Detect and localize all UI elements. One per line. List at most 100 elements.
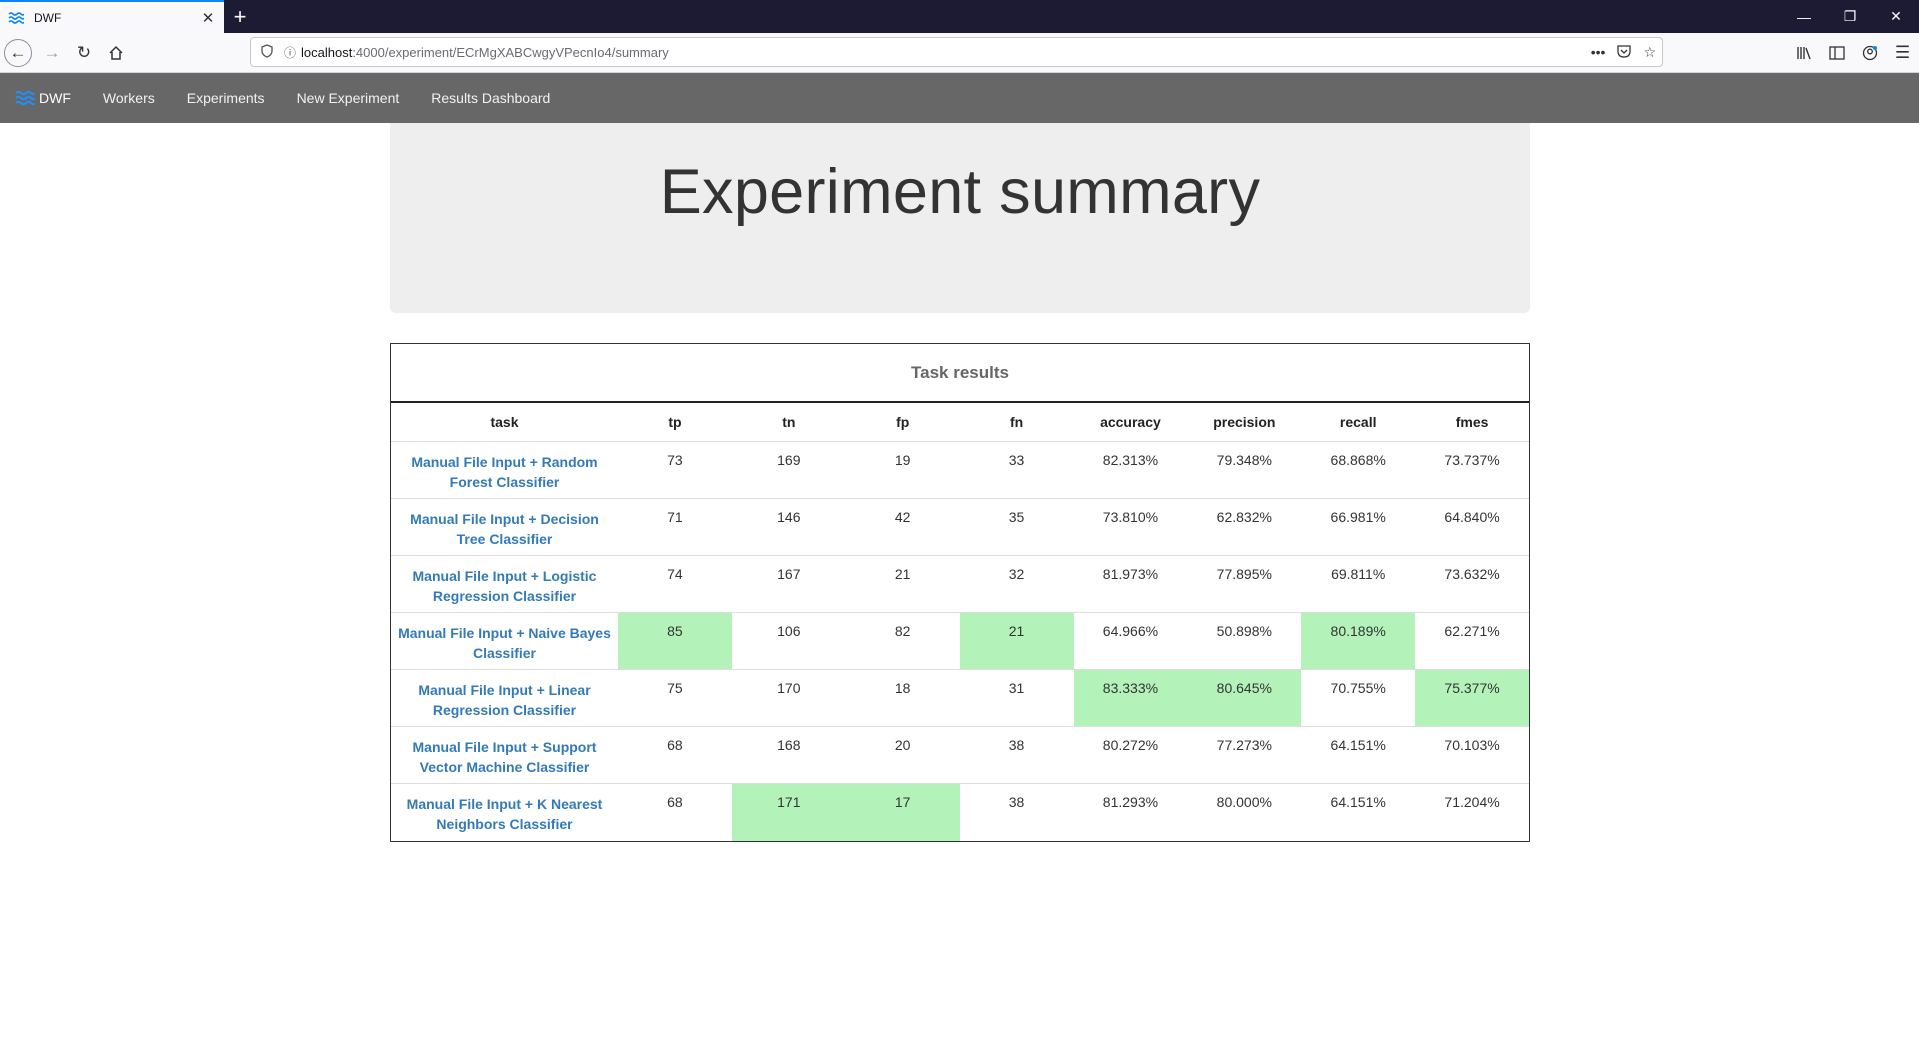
cell-recall: 80.189%: [1301, 612, 1416, 670]
cell-accuracy: 64.966%: [1073, 612, 1188, 670]
forward-arrow-icon[interactable]: →: [36, 37, 68, 69]
cell-fmes: 62.271%: [1415, 612, 1529, 670]
cell-fn: 38: [959, 726, 1074, 784]
cell-fp: 19: [845, 441, 960, 499]
cell-fp: 20: [845, 726, 960, 784]
column-header-fn: fn: [959, 403, 1074, 442]
url-path: :4000/experiment/ECrMgXABCwgyVPecnIo4/su…: [352, 44, 669, 60]
cell-precision: 79.348%: [1187, 441, 1302, 499]
column-header-fmes: fmes: [1415, 403, 1529, 442]
cell-fmes: 75.377%: [1415, 669, 1529, 727]
cell-tp: 85: [618, 612, 732, 670]
waves-icon: [8, 11, 26, 25]
nav-link-new-experiment[interactable]: New Experiment: [281, 90, 416, 106]
account-icon[interactable]: [1853, 37, 1886, 69]
cell-recall: 69.811%: [1301, 555, 1416, 613]
back-arrow-icon[interactable]: ←: [4, 38, 32, 67]
column-header-task: task: [391, 403, 618, 442]
task-link[interactable]: Manual File Input + Support Vector Machi…: [413, 739, 597, 775]
task-cell: Manual File Input + Decision Tree Classi…: [391, 498, 618, 556]
url-text: localhost:4000/experiment/ECrMgXABCwgyVP…: [301, 45, 669, 60]
cell-fp: 82: [845, 612, 960, 670]
library-icon[interactable]: [1787, 37, 1820, 69]
cell-tn: 106: [731, 612, 846, 670]
table-caption: Task results: [391, 344, 1529, 403]
table-row: Manual File Input + Support Vector Machi…: [391, 726, 1529, 784]
task-link[interactable]: Manual File Input + Naive Bayes Classifi…: [398, 625, 611, 661]
minimize-icon[interactable]: —: [1781, 0, 1827, 33]
cell-accuracy: 81.973%: [1073, 555, 1188, 613]
nav-link-workers[interactable]: Workers: [87, 90, 171, 106]
more-actions-icon[interactable]: •••: [1591, 44, 1606, 60]
nav-link-experiments[interactable]: Experiments: [171, 90, 281, 106]
brand-name: DWF: [39, 90, 71, 106]
cell-fmes: 70.103%: [1415, 726, 1529, 784]
cell-accuracy: 83.333%: [1073, 669, 1188, 727]
task-link[interactable]: Manual File Input + Linear Regression Cl…: [418, 682, 590, 718]
cell-precision: 77.895%: [1187, 555, 1302, 613]
table-row: Manual File Input + Naive Bayes Classifi…: [391, 612, 1529, 670]
tab-title: DWF: [34, 10, 62, 25]
table-row: Manual File Input + K Nearest Neighbors …: [391, 783, 1529, 841]
cell-fmes: 64.840%: [1415, 498, 1529, 556]
page-header: Experiment summary: [390, 123, 1530, 313]
task-link[interactable]: Manual File Input + Logistic Regression …: [413, 568, 597, 604]
pocket-icon[interactable]: [1617, 44, 1632, 61]
brand-link[interactable]: DWF: [15, 89, 71, 107]
cell-fmes: 71.204%: [1444, 794, 1500, 810]
cell-precision: 50.898%: [1187, 612, 1302, 670]
task-results-table: task tp tn fp fn accuracy precision recall fmes …: [391, 403, 1529, 841]
cell-tp: 68: [667, 794, 683, 810]
cell-fn: 33: [959, 441, 1074, 499]
cell-recall: 70.755%: [1301, 669, 1416, 727]
cell-fmes: 73.632%: [1415, 555, 1529, 613]
cell-fp: 21: [845, 555, 960, 613]
task-link[interactable]: Manual File Input + Random Forest Classi…: [411, 454, 597, 490]
cell-fn: 38: [1008, 794, 1025, 810]
cell-fp: 42: [845, 498, 960, 556]
star-icon[interactable]: ☆: [1643, 44, 1656, 61]
cell-precision: 62.832%: [1187, 498, 1302, 556]
table-row: Manual File Input + Decision Tree Classi…: [391, 498, 1529, 556]
cell-tn: 171: [731, 783, 846, 841]
menu-icon[interactable]: ☰: [1886, 37, 1919, 69]
task-cell: Manual File Input + Random Forest Classi…: [391, 441, 618, 499]
info-icon[interactable]: ⓘ: [279, 44, 301, 61]
cell-fn: 32: [959, 555, 1074, 613]
cell-accuracy: 73.810%: [1073, 498, 1188, 556]
toolbar-right: ☰: [1787, 33, 1919, 73]
nav-link-results-dashboard[interactable]: Results Dashboard: [415, 90, 566, 106]
cell-tn: 167: [731, 555, 846, 613]
sidebar-icon[interactable]: [1820, 37, 1853, 69]
close-tab-icon[interactable]: ✕: [200, 9, 216, 27]
cell-fn: 21: [959, 612, 1074, 670]
cell-fn: 35: [959, 498, 1074, 556]
task-cell: Manual File Input + Support Vector Machi…: [391, 726, 618, 784]
cell-accuracy: 80.272%: [1073, 726, 1188, 784]
restore-icon[interactable]: ❐: [1827, 0, 1873, 33]
table-row: Manual File Input + Linear Regression Cl…: [391, 669, 1529, 727]
task-link[interactable]: Manual File Input + Decision Tree Classi…: [410, 511, 599, 547]
reload-icon[interactable]: ↻: [68, 37, 100, 69]
task-link[interactable]: Manual File Input + K Nearest Neighbors …: [407, 796, 603, 832]
table-body: Manual File Input + Random Forest Classi…: [391, 441, 1529, 841]
cell-tn: 169: [731, 441, 846, 499]
close-window-icon[interactable]: ✕: [1873, 0, 1919, 33]
cell-tn: 146: [731, 498, 846, 556]
cell-recall: 64.151%: [1330, 794, 1386, 810]
browser-tab[interactable]: DWF ✕: [0, 0, 224, 33]
column-header-tn: tn: [731, 403, 846, 442]
app-navbar: DWF Workers Experiments New Experiment R…: [0, 73, 1919, 123]
address-bar[interactable]: ⓘ localhost:4000/experiment/ECrMgXABCwgy…: [250, 37, 1663, 67]
shield-icon[interactable]: [255, 43, 279, 61]
new-tab-button[interactable]: +: [224, 0, 256, 33]
column-header-fp: fp: [845, 403, 960, 442]
page-title: Experiment summary: [659, 157, 1261, 227]
home-icon[interactable]: [100, 37, 132, 69]
cell-accuracy: 81.293%: [1102, 794, 1159, 810]
cell-precision: 80.000%: [1216, 794, 1272, 810]
cell-recall: 68.868%: [1301, 441, 1416, 499]
cell-fn: 31: [959, 669, 1074, 727]
cell-tp: 75: [618, 669, 732, 727]
column-header-tp: tp: [618, 403, 732, 442]
